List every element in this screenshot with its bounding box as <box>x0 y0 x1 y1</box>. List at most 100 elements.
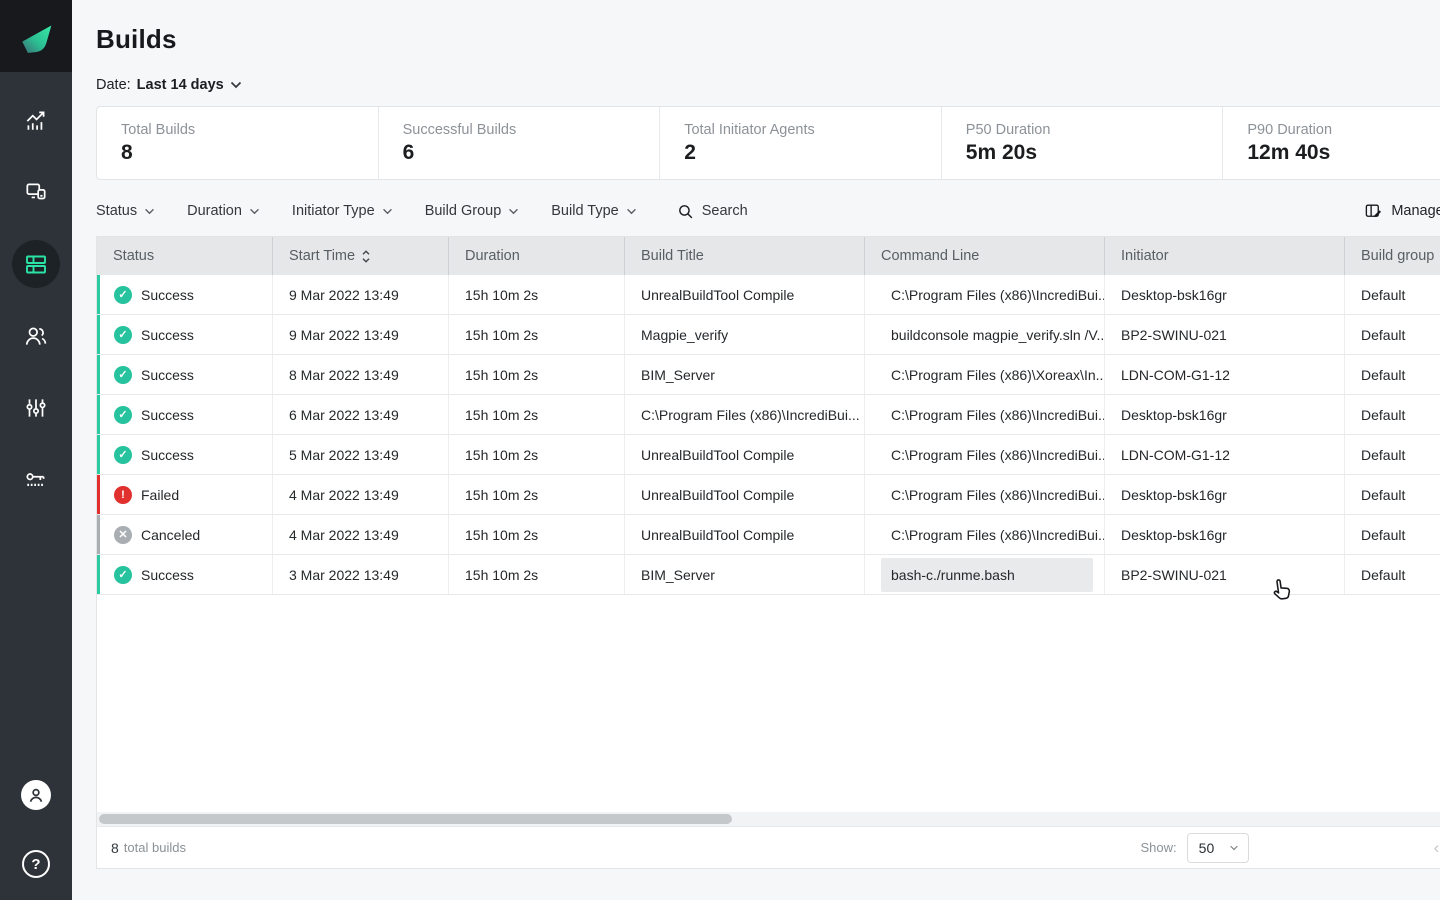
cell-initiator: Desktop-bsk16gr <box>1104 395 1344 434</box>
help-button[interactable]: ? <box>22 850 50 878</box>
filter-status[interactable]: Status <box>96 203 155 219</box>
cell-command-line[interactable]: C:\Program Files (x86)\Xoreax\In... <box>864 355 1104 394</box>
command-line-text: C:\Program Files (x86)\IncrediBui... <box>881 478 1104 512</box>
cell-command-line[interactable]: buildconsole magpie_verify.sln /V... <box>864 315 1104 354</box>
status-label: Success <box>141 287 194 303</box>
status-label: Success <box>141 407 194 423</box>
table-row[interactable]: ✓ Success 3 Mar 2022 13:49 15h 10m 2s BI… <box>97 555 1440 595</box>
account-avatar[interactable] <box>21 780 51 810</box>
cell-initiator: Desktop-bsk16gr <box>1104 275 1344 314</box>
cell-duration: 15h 10m 2s <box>448 355 624 394</box>
row-status-accent <box>97 315 100 354</box>
table-row[interactable]: ✓ Success 6 Mar 2022 13:49 15h 10m 2s C:… <box>97 395 1440 435</box>
column-header-command-line[interactable]: Command Line <box>864 237 1104 275</box>
status-icon: ✓ <box>114 366 132 384</box>
command-line-text: C:\Program Files (x86)\Xoreax\In... <box>881 358 1104 392</box>
command-line-text: C:\Program Files (x86)\IncrediBui... <box>881 398 1104 432</box>
status-label: Success <box>141 567 194 583</box>
stat-label: P50 Duration <box>966 122 1223 138</box>
filter-build-group[interactable]: Build Group <box>425 203 520 219</box>
status-icon: ✓ <box>114 406 132 424</box>
filter-initiator-type[interactable]: Initiator Type <box>292 203 393 219</box>
table-row[interactable]: ✕ Canceled 4 Mar 2022 13:49 15h 10m 2s U… <box>97 515 1440 555</box>
key-icon <box>23 467 49 493</box>
analytics-icon <box>23 107 49 133</box>
cell-build-group: Default <box>1344 275 1440 314</box>
users-icon <box>23 323 49 349</box>
sidebar-item-users[interactable] <box>12 312 60 360</box>
filter-bar: Status Duration Initiator Type Build Gro… <box>96 194 1440 228</box>
cell-status: ✓ Success <box>97 355 272 394</box>
cell-initiator: Desktop-bsk16gr <box>1104 515 1344 554</box>
search-button[interactable]: Search <box>677 203 748 220</box>
column-header-build-group[interactable]: Build group <box>1344 237 1440 275</box>
cell-command-line[interactable]: C:\Program Files (x86)\IncrediBui... <box>864 275 1104 314</box>
column-header-initiator[interactable]: Initiator <box>1104 237 1344 275</box>
cell-build-group: Default <box>1344 355 1440 394</box>
row-status-accent <box>97 475 100 514</box>
sidebar-footer: ? <box>21 780 51 900</box>
cell-status: ✓ Success <box>97 315 272 354</box>
sidebar-item-analytics[interactable] <box>12 96 60 144</box>
cell-command-line[interactable]: C:\Program Files (x86)\IncrediBui... <box>864 395 1104 434</box>
status-icon: ! <box>114 486 132 504</box>
sort-icon <box>361 250 371 263</box>
stat-label: Total Initiator Agents <box>684 122 941 138</box>
cell-duration: 15h 10m 2s <box>448 435 624 474</box>
command-line-text: C:\Program Files (x86)\IncrediBui... <box>881 518 1104 552</box>
horizontal-scrollbar-thumb[interactable] <box>99 814 732 824</box>
chevron-down-icon <box>1229 845 1239 851</box>
show-label: Show: <box>1141 840 1177 855</box>
manage-columns-button[interactable]: Manage Columns <box>1364 202 1440 221</box>
column-header-duration[interactable]: Duration <box>448 237 624 275</box>
chevron-down-icon <box>144 208 155 215</box>
cell-start-time: 5 Mar 2022 13:49 <box>272 435 448 474</box>
table-row[interactable]: ✓ Success 8 Mar 2022 13:49 15h 10m 2s BI… <box>97 355 1440 395</box>
top-bar: Builds 2 <box>96 24 1440 57</box>
table-row[interactable]: ✓ Success 5 Mar 2022 13:49 15h 10m 2s Un… <box>97 435 1440 475</box>
sidebar-item-agents[interactable] <box>12 168 60 216</box>
cell-command-line[interactable]: C:\Program Files (x86)\IncrediBui... <box>864 435 1104 474</box>
sidebar-item-license[interactable] <box>12 456 60 504</box>
prev-page-button[interactable]: ‹ <box>1434 839 1440 856</box>
table-row[interactable]: ! Failed 4 Mar 2022 13:49 15h 10m 2s Unr… <box>97 475 1440 515</box>
cell-initiator: LDN-COM-G1-12 <box>1104 355 1344 394</box>
chevron-down-icon <box>626 208 637 215</box>
table-footer: 8 total builds Show: 50 ‹ 1 › <box>97 826 1440 868</box>
column-header-status[interactable]: Status <box>97 237 272 275</box>
row-status-accent <box>97 355 100 394</box>
cell-initiator: BP2-SWINU-021 <box>1104 315 1344 354</box>
cell-command-line[interactable]: C:\Program Files (x86)\IncrediBui... <box>864 475 1104 514</box>
date-filter[interactable]: Date: Last 14 days <box>96 77 1440 93</box>
cell-start-time: 8 Mar 2022 13:49 <box>272 355 448 394</box>
question-mark-icon: ? <box>31 856 40 873</box>
filter-label: Initiator Type <box>292 203 375 219</box>
stats-summary-card: Total Builds 8 Successful Builds 6 Total… <box>96 106 1440 180</box>
filter-build-type[interactable]: Build Type <box>551 203 636 219</box>
column-header-build-title[interactable]: Build Title <box>624 237 864 275</box>
cell-build-title: UnrealBuildTool Compile <box>624 275 864 314</box>
chevron-down-icon <box>249 208 260 215</box>
manage-columns-icon <box>1364 202 1383 221</box>
column-header-start-time[interactable]: Start Time <box>272 237 448 275</box>
cell-initiator: LDN-COM-G1-12 <box>1104 435 1344 474</box>
row-status-accent <box>97 555 100 594</box>
filter-duration[interactable]: Duration <box>187 203 260 219</box>
brand-logo[interactable] <box>0 0 72 72</box>
page-size-select[interactable]: 50 <box>1187 833 1249 863</box>
cell-command-line[interactable]: bash-c./runme.bash <box>864 555 1104 594</box>
row-status-accent <box>97 395 100 434</box>
cell-duration: 15h 10m 2s <box>448 395 624 434</box>
table-row[interactable]: ✓ Success 9 Mar 2022 13:49 15h 10m 2s Un… <box>97 275 1440 315</box>
cell-duration: 15h 10m 2s <box>448 275 624 314</box>
cell-initiator: BP2-SWINU-021 <box>1104 555 1344 594</box>
sidebar-item-builds[interactable] <box>12 240 60 288</box>
horizontal-scrollbar-track[interactable] <box>97 812 1440 826</box>
sidebar: ? <box>0 0 72 900</box>
filter-label: Build Type <box>551 203 618 219</box>
status-icon: ✓ <box>114 286 132 304</box>
cell-command-line[interactable]: C:\Program Files (x86)\IncrediBui... <box>864 515 1104 554</box>
table-row[interactable]: ✓ Success 9 Mar 2022 13:49 15h 10m 2s Ma… <box>97 315 1440 355</box>
pagination: ‹ 1 › <box>1434 835 1440 860</box>
sidebar-item-settings[interactable] <box>12 384 60 432</box>
